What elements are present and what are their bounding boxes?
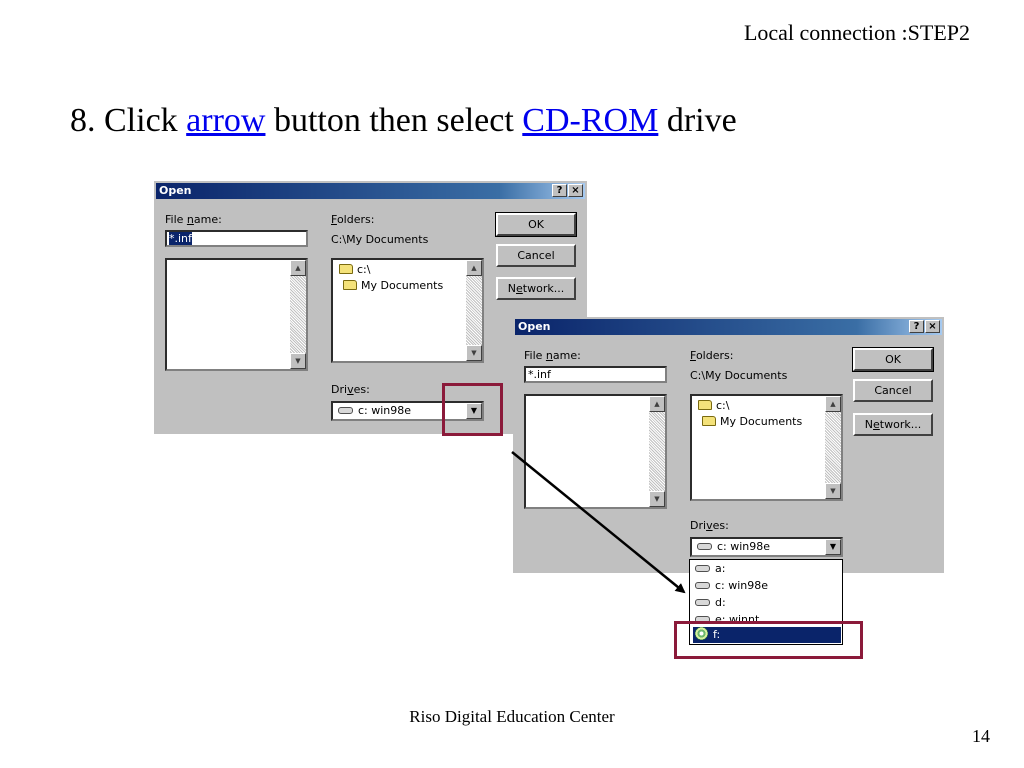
page-number: 14 [972, 726, 990, 746]
slide-footer: Riso Digital Education Center [409, 707, 615, 726]
pointer-arrow [511, 451, 686, 594]
pointer-arrow-line [511, 451, 686, 594]
